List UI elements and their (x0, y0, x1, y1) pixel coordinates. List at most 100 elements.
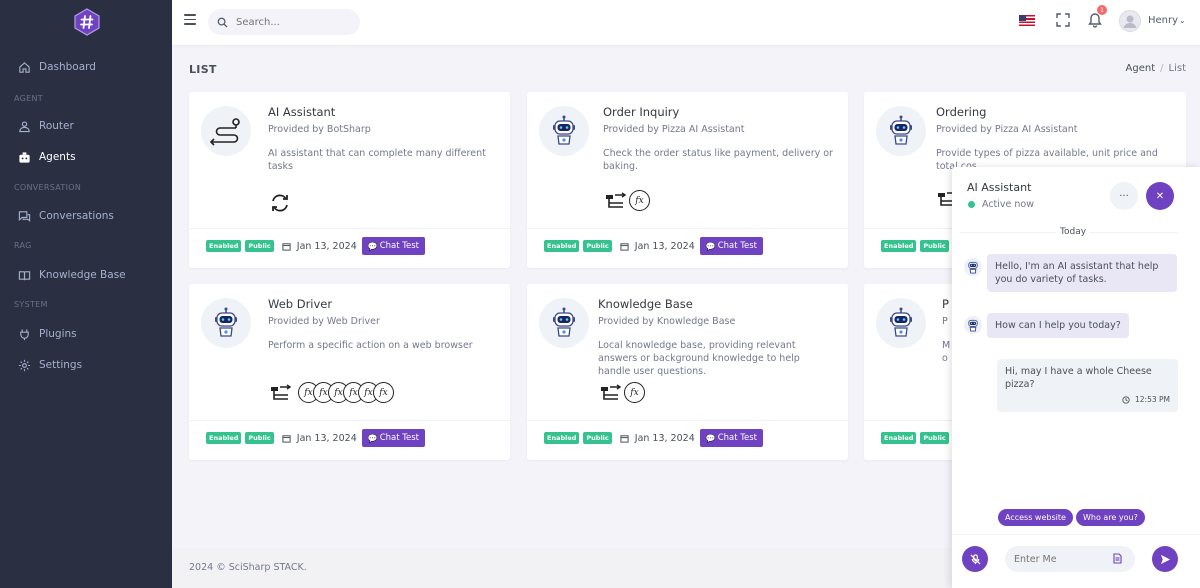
sidebar-item-settings[interactable]: Settings (0, 350, 172, 380)
status-badge: Enabled (881, 432, 917, 444)
section-title-agent: AGENT (14, 94, 43, 103)
more-options-button[interactable]: ··· (1110, 182, 1138, 210)
calendar-icon (282, 242, 291, 251)
search-input[interactable] (236, 16, 346, 28)
fullscreen-icon[interactable] (1056, 13, 1070, 27)
plug-icon (17, 327, 31, 341)
notification-badge: 1 (1097, 5, 1107, 15)
function-icon-group: fx fx fx fx fx fx (298, 382, 394, 403)
robot-icon (890, 115, 912, 145)
agent-card[interactable]: AI Assistant Provided by BotSharp AI ass… (189, 92, 510, 268)
agent-plugins: fx (605, 190, 650, 211)
agent-description: Check the order status like payment, del… (603, 148, 833, 172)
status-badge: Enabled (544, 432, 580, 444)
document-icon[interactable] (1113, 553, 1122, 564)
agent-card[interactable]: Order Inquiry Provided by Pizza AI Assis… (527, 92, 848, 268)
avatar[interactable] (1119, 10, 1141, 32)
agent-plugins: fx fx fx fx fx fx (270, 382, 394, 403)
chat-test-button[interactable]: 💬 Chat Test (699, 237, 764, 255)
chat-panel: AI Assistant Active now ··· ✕ Today Hell… (952, 167, 1200, 588)
us-flag-icon[interactable] (1019, 15, 1035, 26)
suggestion-access-website[interactable]: Access website (998, 509, 1073, 526)
status-badge: Enabled (206, 240, 242, 252)
robot-icon (553, 115, 575, 145)
agent-description: Local knowledge base, providing relevant… (598, 340, 800, 377)
breadcrumb-list: List (1168, 63, 1186, 74)
chat-icon: 💬 (705, 241, 716, 251)
hierarchy-icon (606, 191, 627, 208)
sidebar-item-router[interactable]: Router (0, 111, 172, 141)
status-badge: Enabled (544, 240, 580, 252)
send-icon (1160, 554, 1170, 564)
search-icon (217, 17, 228, 28)
sidebar-item-conversations[interactable]: Conversations (0, 201, 172, 231)
agent-card[interactable]: Knowledge Base Provided by Knowledge Bas… (527, 284, 848, 460)
suggestion-who-are-you[interactable]: Who are you? (1076, 509, 1145, 526)
section-title-conversation: CONVERSATION (14, 183, 82, 192)
day-divider-label: Today (1056, 227, 1091, 237)
agent-provider: Provided by Pizza AI Assistant (936, 124, 1078, 135)
card-footer: Enabled Public (881, 237, 953, 255)
search-box[interactable] (208, 9, 360, 35)
sidebar-item-knowledge-base[interactable]: Knowledge Base (0, 260, 172, 290)
bot-avatar (964, 316, 982, 334)
chevron-down-icon[interactable]: ⌄ (1179, 16, 1186, 25)
book-icon (17, 268, 31, 282)
user-name[interactable]: Henry (1148, 15, 1178, 26)
card-footer: Enabled Public (881, 429, 953, 447)
card-footer: Enabled Public Jan 13, 2024 💬 Chat Test (544, 429, 764, 447)
card-footer: Enabled Public Jan 13, 2024 💬 Chat Test (544, 237, 764, 255)
clock-icon (1122, 395, 1130, 404)
sidebar-item-dashboard[interactable]: Dashboard (0, 52, 172, 82)
logo-icon[interactable] (74, 8, 100, 36)
agent-name: Web Driver (268, 297, 333, 311)
agent-avatar (539, 298, 589, 348)
agent-plugins: fx (600, 382, 645, 403)
function-icon: fx (373, 382, 394, 403)
route-icon (209, 118, 240, 146)
function-icon: fx (624, 382, 645, 403)
robot-icon (890, 307, 912, 337)
agent-card[interactable]: Web Driver Provided by Web Driver Perfor… (189, 284, 510, 460)
gear-icon (17, 358, 31, 372)
agent-provider: P (942, 316, 948, 327)
agent-provider: Provided by Web Driver (268, 316, 380, 327)
chat-test-button[interactable]: 💬 Chat Test (361, 237, 426, 255)
chat-icon: 💬 (367, 433, 378, 443)
breadcrumb: Agent / List (1125, 63, 1186, 74)
ellipsis-icon: ··· (1119, 190, 1129, 202)
chat-title: AI Assistant (967, 181, 1032, 194)
date-label: Jan 13, 2024 (282, 433, 357, 444)
send-button[interactable] (1152, 546, 1178, 572)
agent-description: AI assistant that can complete many diff… (268, 148, 486, 172)
chat-test-button[interactable]: 💬 Chat Test (361, 429, 426, 447)
visibility-badge: Public (920, 240, 949, 252)
chat-input-box[interactable] (1005, 546, 1135, 572)
breadcrumb-agent[interactable]: Agent (1126, 63, 1156, 74)
card-footer: Enabled Public Jan 13, 2024 💬 Chat Test (206, 237, 426, 255)
close-button[interactable]: ✕ (1146, 182, 1174, 210)
sidebar-item-label: Dashboard (39, 61, 96, 73)
message-time: 12:53 PM (1005, 393, 1170, 406)
bot-avatar (964, 258, 982, 276)
chat-test-button[interactable]: 💬 Chat Test (699, 429, 764, 447)
sidebar-item-label: Router (39, 120, 74, 132)
calendar-icon (620, 242, 629, 251)
agent-provider: Provided by Knowledge Base (598, 316, 736, 327)
sidebar-item-agents[interactable]: Agents (0, 142, 172, 172)
date-label: Jan 13, 2024 (620, 241, 695, 252)
menu-icon[interactable] (184, 14, 196, 26)
page-title: LIST (189, 63, 217, 76)
chat-message-bot: Hello, I'm an AI assistant that help you… (987, 254, 1177, 292)
agent-provider: Provided by BotSharp (268, 124, 371, 135)
mic-button[interactable] (962, 546, 988, 572)
sidebar-item-plugins[interactable]: Plugins (0, 319, 172, 349)
visibility-badge: Public (245, 432, 274, 444)
agent-avatar (876, 106, 926, 156)
home-icon (17, 60, 31, 74)
chat-input[interactable] (1014, 553, 1109, 565)
agent-avatar (201, 298, 251, 348)
robot-icon (215, 307, 237, 337)
function-icon: fx (629, 190, 650, 211)
agent-name: Ordering (936, 105, 987, 119)
